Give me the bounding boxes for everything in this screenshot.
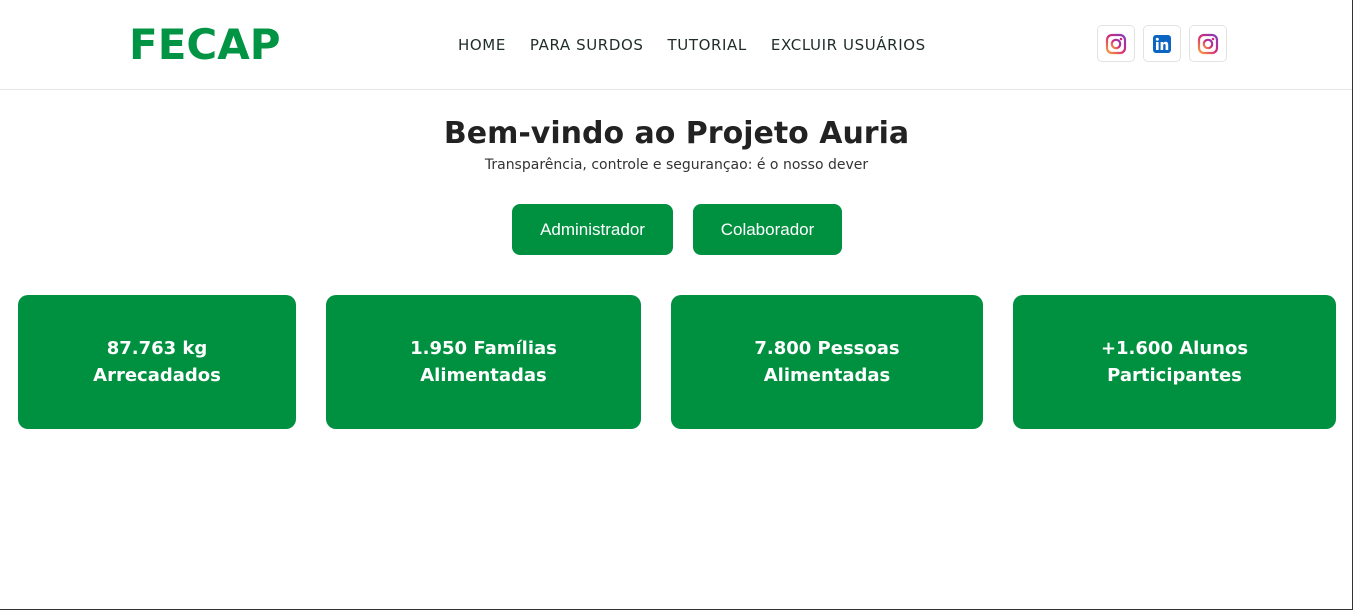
nav-para-surdos[interactable]: PARA SURDOS	[530, 34, 644, 56]
instagram-button[interactable]	[1189, 25, 1227, 62]
nav-excluir-usuarios[interactable]: EXCLUIR USUÁRIOS	[771, 34, 926, 56]
administrador-button[interactable]: Administrador	[512, 204, 673, 255]
stat-label: Participantes	[1107, 365, 1242, 386]
stat-card-arrecadados: 87.763 kg Arrecadados	[18, 295, 296, 429]
stat-value: 87.763 kg	[106, 338, 208, 359]
page: FECAP HOME PARA SURDOS TUTORIAL EXCLUIR …	[0, 0, 1353, 610]
page-subtitle: Transparência, controle e segurançao: é …	[484, 157, 869, 173]
stat-value: +1.600 Alunos	[1100, 338, 1249, 359]
social-links	[1097, 25, 1227, 62]
page-title: Bem-vindo ao Projeto Auria	[443, 116, 910, 151]
instagram-icon	[1105, 33, 1127, 54]
stat-card-alunos: +1.600 Alunos Participantes	[1013, 295, 1336, 429]
linkedin-button[interactable]	[1143, 25, 1181, 62]
stat-card-familias: 1.950 Famílias Alimentadas	[326, 295, 641, 429]
logo[interactable]: FECAP	[129, 20, 281, 70]
nav-home[interactable]: HOME	[458, 34, 506, 56]
stat-label: Arrecadados	[93, 365, 221, 386]
instagram-button[interactable]	[1097, 25, 1135, 62]
nav-tutorial[interactable]: TUTORIAL	[668, 34, 747, 56]
site-header: FECAP HOME PARA SURDOS TUTORIAL EXCLUIR …	[0, 0, 1352, 90]
main-nav: HOME PARA SURDOS TUTORIAL EXCLUIR USUÁRI…	[458, 34, 926, 56]
stat-label: Alimentadas	[763, 365, 891, 386]
stat-value: 7.800 Pessoas	[754, 338, 900, 359]
stat-card-pessoas: 7.800 Pessoas Alimentadas	[671, 295, 983, 429]
stat-label: Alimentadas	[420, 365, 547, 386]
instagram-icon	[1197, 33, 1219, 54]
linkedin-icon	[1153, 34, 1171, 53]
stat-value: 1.950 Famílias	[410, 338, 557, 359]
colaborador-button[interactable]: Colaborador	[693, 204, 842, 255]
